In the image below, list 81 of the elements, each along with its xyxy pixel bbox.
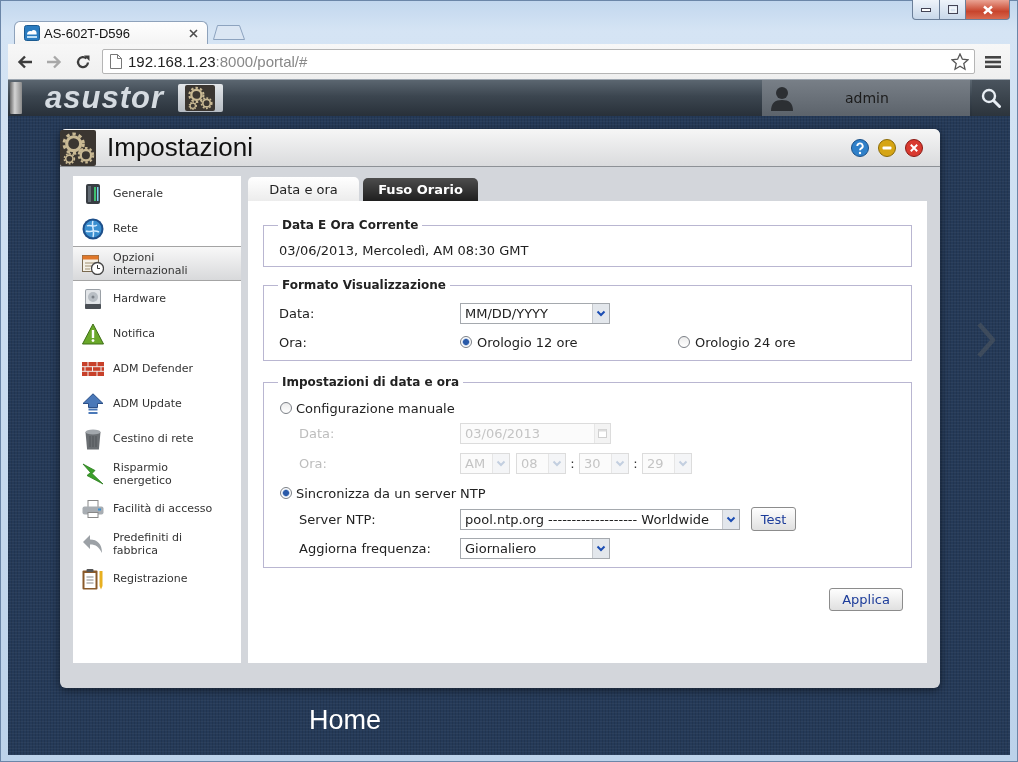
ntp-server-dropdown[interactable]: pool.ntp.org ------------------- Worldwide <box>460 508 740 530</box>
caret-icon <box>611 454 628 473</box>
date-format-dropdown[interactable]: MM/DD/YYYY <box>460 303 610 324</box>
sidebar-item[interactable]: ADM Update <box>73 386 241 421</box>
field-label: Aggiorna frequenza: <box>299 541 432 556</box>
taskbar-button[interactable] <box>178 84 223 112</box>
caret-icon <box>722 509 739 529</box>
tab[interactable]: Data e ora <box>248 177 359 201</box>
sidebar-item[interactable]: Generale <box>73 176 241 211</box>
tile-icon <box>24 25 40 41</box>
sidebar-item[interactable]: Risparmio energetico <box>73 456 241 491</box>
warning-icon <box>82 322 104 345</box>
window-title: Impostazioni <box>107 132 254 163</box>
help-icon[interactable] <box>851 138 869 157</box>
sidebar-item[interactable]: Rete <box>73 211 241 246</box>
gears-icon <box>185 85 216 111</box>
page-icon <box>110 54 122 69</box>
address-bar[interactable]: 192.168.1.23:8000/portal/# <box>102 49 975 74</box>
lightning-icon <box>82 462 104 485</box>
sidebar-item[interactable]: Opzioni internazionali <box>73 246 241 281</box>
sidebar-item[interactable]: Hardware <box>73 281 241 316</box>
sidebar-item[interactable]: Facilità di accesso <box>73 491 241 526</box>
caret-icon <box>592 304 609 323</box>
close-icon[interactable] <box>905 138 923 157</box>
star-icon[interactable] <box>951 52 969 71</box>
person-icon <box>770 85 794 111</box>
back-arrow-icon[interactable] <box>17 54 33 69</box>
clock-option[interactable]: Orologio 12 ore <box>460 334 678 350</box>
close-button[interactable] <box>966 0 1010 20</box>
clock-option[interactable]: Orologio 24 ore <box>678 334 896 350</box>
up-arrow-icon <box>82 392 104 415</box>
group-title: Formato Visualizzazione <box>281 278 447 293</box>
current-date-time: 03/06/2013, Mercoledì, AM 08:30 GMT <box>279 243 530 259</box>
calendar-clock-icon <box>82 252 104 275</box>
radio-button[interactable] <box>460 336 472 348</box>
maximize-button[interactable] <box>940 0 966 20</box>
gears-icon <box>60 129 96 166</box>
group-title: Data E Ora Corrente <box>281 218 420 233</box>
sidebar-item[interactable]: ADM Defender <box>73 351 241 386</box>
browser-tab[interactable]: AS-602T-D596 <box>14 21 208 44</box>
printer-icon <box>82 497 104 520</box>
globe-icon <box>82 217 104 240</box>
caret-icon <box>548 454 565 473</box>
caret-icon <box>592 539 609 558</box>
sidebar-item[interactable]: Registrazione <box>73 561 241 596</box>
search-icon <box>981 88 1001 108</box>
drawer-handle[interactable] <box>10 82 22 114</box>
group-title: Impostazioni di data e ora <box>281 375 461 390</box>
field-label: Ora: <box>279 334 308 350</box>
logo-text: asustor <box>45 80 164 116</box>
test-button[interactable]: Test <box>751 507 796 531</box>
field-label: Data: <box>299 426 336 441</box>
radio-button[interactable] <box>280 487 292 499</box>
menu-icon[interactable] <box>985 54 1001 69</box>
radio-button[interactable] <box>678 336 690 348</box>
minimize-icon[interactable] <box>878 138 896 157</box>
maximize-icon <box>947 5 958 14</box>
close-icon <box>981 4 994 15</box>
sidebar-item[interactable]: Cestino di rete <box>73 421 241 456</box>
search-button[interactable] <box>972 80 1010 116</box>
caret-icon <box>674 454 691 473</box>
field-label: Ora: <box>299 456 328 471</box>
tab[interactable]: Fuso Orario <box>363 178 478 201</box>
calendar-icon <box>594 424 610 443</box>
minimize-button[interactable] <box>912 0 940 20</box>
reload-icon[interactable] <box>75 53 91 70</box>
sidebar-item[interactable]: Predefiniti di fabbrica <box>73 526 241 561</box>
time-separator: : <box>569 456 576 471</box>
apply-button[interactable]: Applica <box>829 588 903 611</box>
mode-option[interactable]: Sincronizza da un server NTP <box>279 485 486 501</box>
clipboard-icon <box>82 567 104 590</box>
sidebar-item[interactable]: Notifica <box>73 316 241 351</box>
frequency-dropdown[interactable]: Giornaliero <box>460 538 610 559</box>
caret-icon <box>492 454 509 473</box>
desktop-page-title: Home <box>309 705 382 736</box>
minimize-icon <box>921 7 931 12</box>
field-label: Server NTP: <box>299 511 377 527</box>
time-separator: : <box>632 456 639 471</box>
field-label: Data: <box>279 306 316 321</box>
close-icon[interactable] <box>189 28 198 38</box>
hard-drive-icon <box>82 287 104 310</box>
